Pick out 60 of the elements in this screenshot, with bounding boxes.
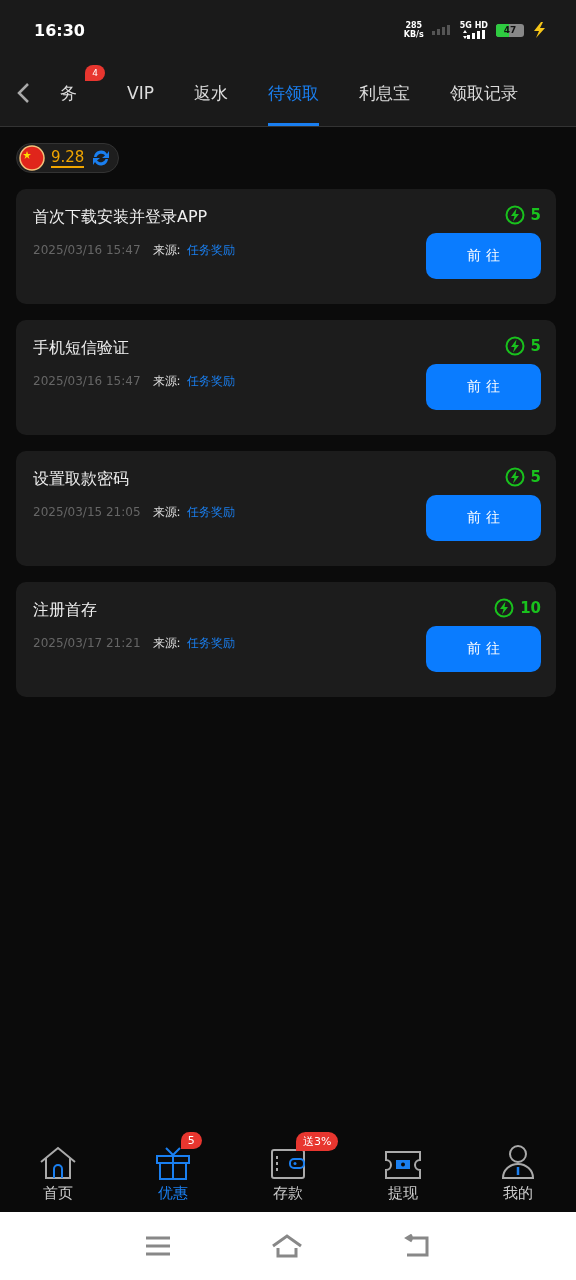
ticket-icon bbox=[384, 1149, 423, 1180]
task-date: 2025/03/17 21:21 bbox=[33, 636, 141, 650]
task-date: 2025/03/16 15:47 bbox=[33, 374, 141, 388]
balance-amount: 9.28 bbox=[51, 148, 85, 168]
reward-amount: 5 bbox=[530, 337, 541, 355]
back-icon[interactable] bbox=[403, 1234, 431, 1258]
nav-item[interactable]: 送3% 存款 bbox=[237, 1127, 338, 1205]
tab[interactable]: 利息宝 bbox=[338, 60, 430, 126]
lightning-icon bbox=[504, 336, 525, 356]
source-value: 任务奖励 bbox=[186, 635, 235, 652]
reward-amount: 5 bbox=[530, 468, 541, 486]
nav-item[interactable]: 首页 bbox=[7, 1127, 108, 1205]
network-speed-unit: KB/s bbox=[403, 30, 424, 39]
tab[interactable]: VIP bbox=[107, 60, 174, 126]
status-time: 16:30 bbox=[34, 20, 85, 40]
reward-amount: 10 bbox=[520, 599, 541, 617]
go-button[interactable]: 前 往 bbox=[426, 233, 541, 279]
badge: 5 bbox=[180, 1131, 202, 1149]
signal-icon bbox=[431, 25, 452, 35]
task-date: 2025/03/15 21:05 bbox=[33, 505, 141, 519]
reward-amount: 5 bbox=[530, 206, 541, 224]
flag-icon bbox=[19, 145, 45, 171]
go-button[interactable]: 前 往 bbox=[426, 626, 541, 672]
source-label: 来源: bbox=[152, 504, 181, 521]
task-title: 设置取款密码 bbox=[33, 469, 130, 490]
menu-icon[interactable] bbox=[145, 1236, 171, 1256]
user-icon bbox=[501, 1143, 536, 1180]
nav-item[interactable]: 5 优惠 bbox=[122, 1127, 223, 1205]
source-label: 来源: bbox=[152, 635, 181, 652]
badge: 4 bbox=[85, 65, 105, 81]
gift-icon bbox=[154, 1145, 191, 1180]
badge: 送3% bbox=[295, 1131, 339, 1151]
network-speed: 285 bbox=[405, 21, 423, 30]
source-label: 来源: bbox=[152, 242, 181, 259]
task-title: 手机短信验证 bbox=[33, 338, 130, 359]
network-type: 5G HD bbox=[459, 21, 488, 30]
tab[interactable]: 返水 bbox=[173, 60, 248, 126]
home-icon bbox=[38, 1145, 77, 1180]
back-icon[interactable] bbox=[16, 82, 30, 104]
lightning-icon bbox=[494, 598, 515, 618]
nav-item[interactable]: 提现 bbox=[353, 1127, 454, 1205]
task-date: 2025/03/16 15:47 bbox=[33, 243, 141, 257]
source-value: 任务奖励 bbox=[186, 504, 235, 521]
tab[interactable]: 务 4 bbox=[60, 60, 107, 126]
tab[interactable]: 待领取 bbox=[247, 60, 339, 126]
charging-icon bbox=[532, 22, 546, 38]
source-label: 来源: bbox=[152, 373, 181, 390]
task-title: 注册首存 bbox=[33, 600, 98, 621]
source-value: 任务奖励 bbox=[186, 242, 235, 259]
task-title: 首次下载安装并登录APP bbox=[33, 207, 209, 228]
go-button[interactable]: 前 往 bbox=[426, 364, 541, 410]
nav-item[interactable]: 我的 bbox=[468, 1127, 569, 1205]
source-value: 任务奖励 bbox=[186, 373, 235, 390]
wallet-icon bbox=[269, 1147, 306, 1180]
tab[interactable]: 领取记录 bbox=[429, 60, 538, 126]
lightning-icon bbox=[504, 467, 525, 487]
signal-icon bbox=[461, 30, 486, 39]
home-icon[interactable] bbox=[271, 1234, 303, 1258]
go-button[interactable]: 前 往 bbox=[426, 495, 541, 541]
lightning-icon bbox=[504, 205, 525, 225]
